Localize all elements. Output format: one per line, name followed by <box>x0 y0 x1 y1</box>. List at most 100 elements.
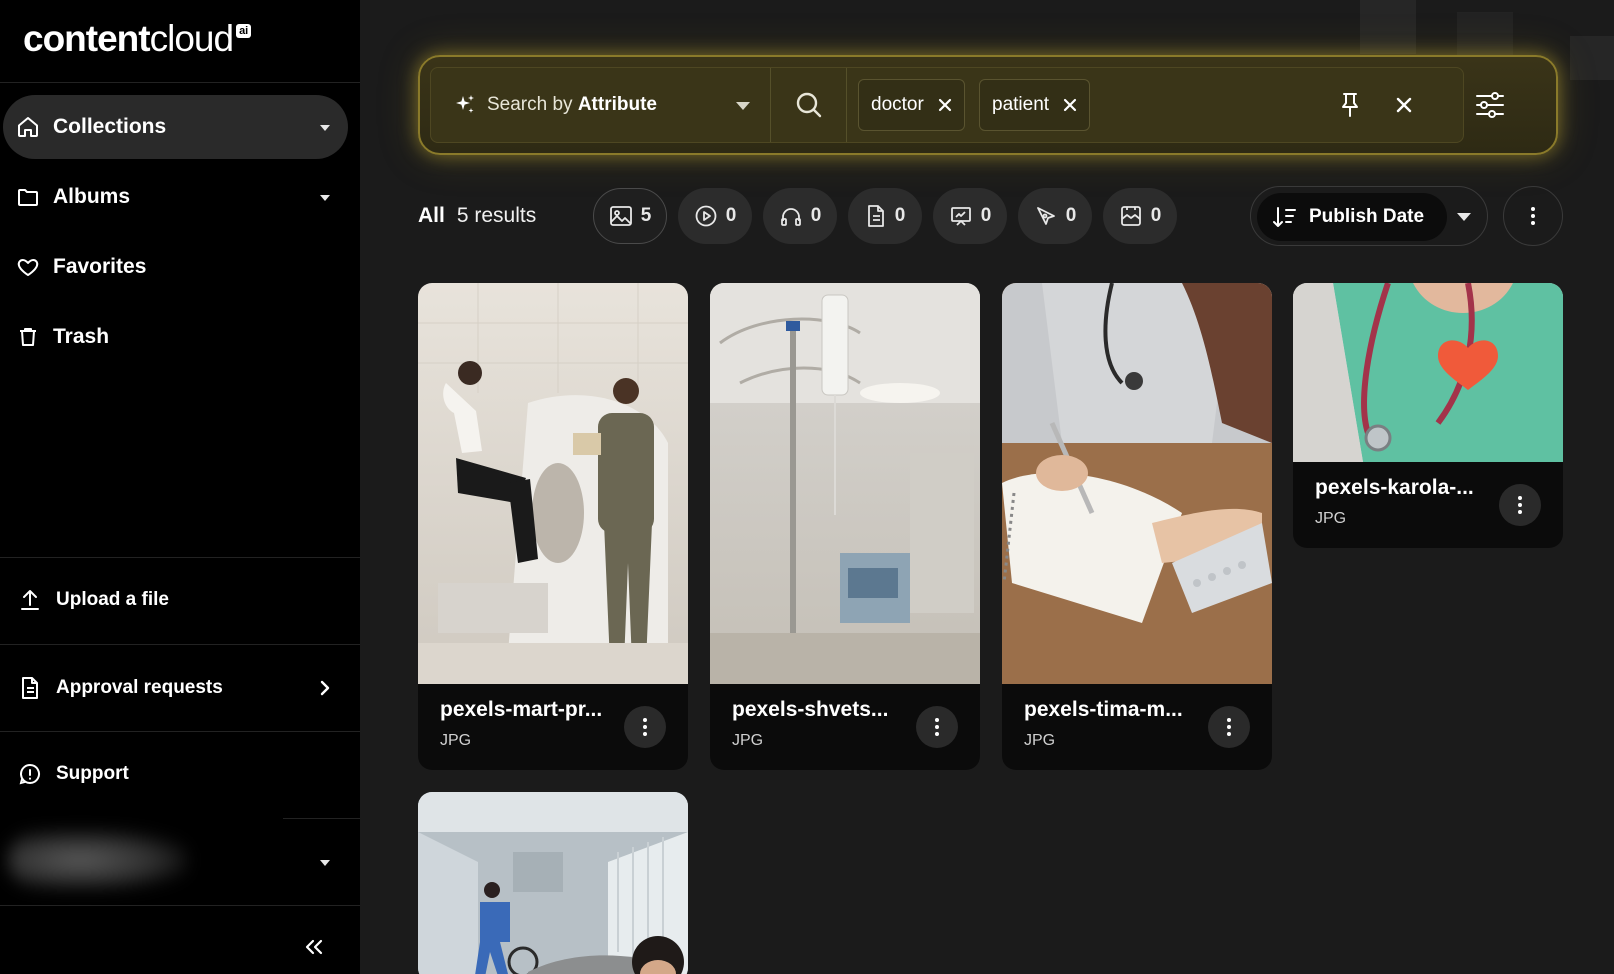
presentation-icon <box>950 207 971 226</box>
sort-icon <box>1273 207 1296 227</box>
decor-block <box>1360 0 1416 54</box>
filter-documents[interactable]: 0 <box>848 188 922 244</box>
asset-info: pexels-shvets... JPG <box>710 684 980 770</box>
chevron-down-icon[interactable] <box>320 125 330 131</box>
asset-menu-button[interactable] <box>624 706 666 748</box>
asset-info: pexels-tima-m... JPG <box>1002 684 1272 770</box>
folder-icon <box>15 184 41 210</box>
asset-menu-button[interactable] <box>916 706 958 748</box>
sidebar: content cloud ai Collections Albums Favori… <box>0 0 360 974</box>
chip-label: patient <box>992 94 1050 115</box>
upload-file-button[interactable]: Upload a file <box>0 558 360 642</box>
iv-stand-photo <box>710 283 980 684</box>
avatar[interactable] <box>8 830 188 890</box>
filter-count: 0 <box>1065 205 1077 226</box>
sidebar-item-collections[interactable]: Collections <box>3 95 348 159</box>
search-field-group: Search by Attribute doctor patient <box>430 67 1464 143</box>
brand-ai-badge: ai <box>236 24 252 38</box>
collapse-sidebar-button[interactable] <box>300 935 328 959</box>
stethoscope-photo <box>1293 283 1563 462</box>
sidebar-item-albums[interactable]: Albums <box>3 165 348 229</box>
chevron-down-icon[interactable] <box>320 860 330 866</box>
document-icon <box>18 676 42 700</box>
divider <box>283 818 360 819</box>
approval-requests-button[interactable]: Approval requests <box>0 646 360 730</box>
sort-button[interactable]: Publish Date <box>1257 193 1447 241</box>
asset-card[interactable] <box>418 792 688 974</box>
decor-block <box>1570 36 1614 80</box>
heart-icon <box>15 254 41 280</box>
search-chip-patient[interactable]: patient <box>979 79 1091 131</box>
template-icon <box>1120 206 1141 226</box>
asset-card[interactable]: pexels-shvets... JPG <box>710 283 980 770</box>
asset-thumbnail <box>418 792 688 974</box>
trash-icon <box>15 324 41 350</box>
sidebar-item-label: Trash <box>53 325 110 348</box>
sidebar-item-trash[interactable]: Trash <box>3 305 348 369</box>
filter-presentations[interactable]: 0 <box>933 188 1007 244</box>
audio-icon <box>780 208 801 226</box>
asset-card[interactable]: pexels-karola-... JPG <box>1293 283 1563 548</box>
sidebar-item-favorites[interactable]: Favorites <box>3 235 348 299</box>
filter-count: 0 <box>1150 205 1162 226</box>
support-icon <box>18 762 42 786</box>
divider <box>0 905 360 906</box>
clear-search-button[interactable] <box>1389 90 1419 120</box>
asset-info: pexels-karola-... JPG <box>1293 462 1563 548</box>
support-label: Support <box>56 763 129 784</box>
close-icon[interactable] <box>1063 98 1077 112</box>
pin-search-button[interactable] <box>1335 90 1365 120</box>
asset-card[interactable]: pexels-tima-m... JPG <box>1002 283 1272 770</box>
search-mode-prefix: Search by <box>487 94 573 115</box>
asset-card[interactable]: pexels-mart-pr... JPG <box>418 283 688 770</box>
upload-icon <box>18 588 42 612</box>
filter-count: 5 <box>640 205 652 226</box>
results-summary: All 5 results <box>418 200 536 232</box>
vector-icon <box>1036 207 1055 225</box>
filter-count: 0 <box>980 205 992 226</box>
search-chip-doctor[interactable]: doctor <box>858 79 965 131</box>
divider <box>0 644 360 645</box>
search-icon <box>796 92 821 118</box>
main-content: Search by Attribute doctor patient All 5… <box>360 0 1614 974</box>
search-button[interactable] <box>771 68 847 142</box>
filter-vectors[interactable]: 0 <box>1018 188 1092 244</box>
asset-menu-button[interactable] <box>1499 484 1541 526</box>
filter-templates[interactable]: 0 <box>1103 188 1177 244</box>
asset-thumbnail <box>710 283 980 684</box>
all-filter-label[interactable]: All <box>418 204 445 228</box>
approval-requests-label: Approval requests <box>56 677 223 698</box>
filter-images[interactable]: 5 <box>593 188 667 244</box>
chevron-down-icon <box>736 102 750 110</box>
asset-thumbnail <box>1002 283 1272 684</box>
results-count: 5 results <box>456 204 537 227</box>
filter-videos[interactable]: 0 <box>678 188 752 244</box>
sidebar-item-label: Collections <box>53 115 167 138</box>
asset-thumbnail <box>1293 283 1563 462</box>
filter-settings-button[interactable] <box>1470 85 1510 125</box>
doctor-writing-photo <box>1002 283 1272 684</box>
chevron-down-icon[interactable] <box>320 195 330 201</box>
chevron-down-icon[interactable] <box>1457 213 1471 221</box>
asset-info: pexels-mart-pr... JPG <box>418 684 688 770</box>
filter-audio[interactable]: 0 <box>763 188 837 244</box>
divider <box>0 82 360 83</box>
kebab-icon <box>1227 718 1231 736</box>
asset-thumbnail <box>418 283 688 684</box>
chip-label: doctor <box>871 94 924 115</box>
sparkle-icon <box>453 93 477 117</box>
brand-logo[interactable]: content cloud ai <box>23 18 252 64</box>
app: content cloud ai Collections Albums Favori… <box>0 0 1614 974</box>
video-icon <box>695 205 717 227</box>
search-mode-select[interactable]: Search by Attribute <box>431 68 771 142</box>
sidebar-item-label: Favorites <box>53 255 147 278</box>
more-options-button[interactable] <box>1503 186 1563 246</box>
asset-menu-button[interactable] <box>1208 706 1250 748</box>
support-button[interactable]: Support <box>0 732 360 816</box>
brand-word-content: content <box>23 18 151 59</box>
kebab-icon <box>935 718 939 736</box>
double-chevron-left-icon <box>305 939 323 955</box>
kebab-icon <box>643 718 647 736</box>
close-icon[interactable] <box>938 98 952 112</box>
pin-icon <box>1342 93 1358 117</box>
